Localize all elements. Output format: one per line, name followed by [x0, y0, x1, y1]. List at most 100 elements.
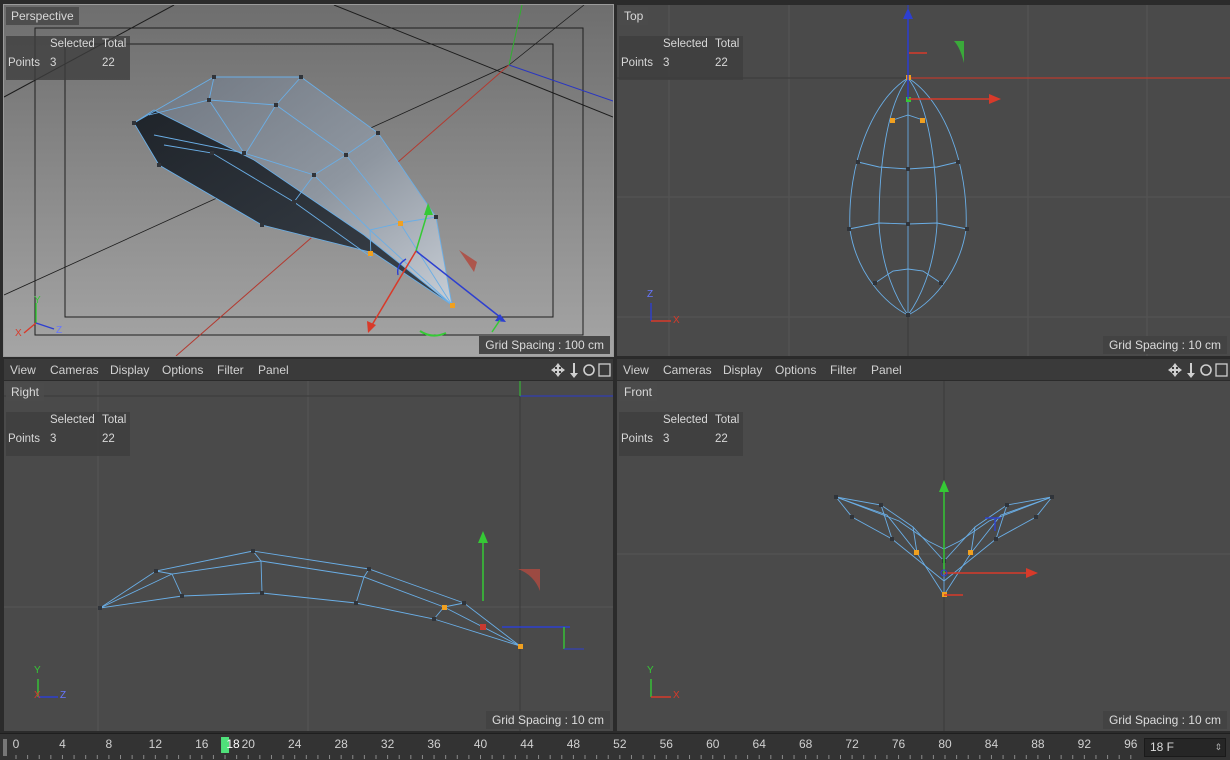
timeline-tick-label: 4 [59, 737, 66, 751]
timeline-tick-label: 64 [753, 737, 767, 751]
axis-z-label: Z [647, 289, 654, 300]
nav-icons[interactable] [1168, 362, 1228, 378]
hud-selected-header: Selected [663, 38, 708, 50]
menu-display[interactable]: Display [723, 363, 762, 377]
move-camera-icon[interactable] [1168, 363, 1182, 377]
axis-z-label: Z [56, 325, 63, 336]
hud-selected-value: 3 [50, 57, 57, 69]
axis-x-label: X [34, 690, 41, 701]
timeline-tick-label: 40 [474, 737, 488, 751]
current-frame-value[interactable]: 18 F [1150, 740, 1174, 754]
axis-triad [650, 679, 671, 698]
axis-y-label: Y [34, 665, 41, 676]
hud-total-value: 22 [715, 57, 728, 69]
move-camera-icon[interactable] [551, 363, 565, 377]
hud-row-label: Points [621, 433, 653, 445]
timeline-tick-label: 92 [1078, 737, 1092, 751]
timeline-tick-label: 80 [938, 737, 952, 751]
timeline[interactable]: 0 4 8 12 16 20 24 28 32 36 40 44 48 52 56 60 64 68 72 76 80 8… [0, 733, 1230, 760]
hud-row-label: Points [8, 57, 40, 69]
hud-total-header: Total [715, 414, 740, 426]
viewport-right[interactable]: Right Selected Total Points 3 22 Y Z X G… [4, 381, 613, 731]
hud-selected-value: 3 [663, 433, 670, 445]
timeline-tick-label: 8 [106, 737, 113, 751]
axis-z-label: Z [60, 690, 67, 701]
timeline-tick-label: 48 [567, 737, 581, 751]
hud-selected-header: Selected [50, 414, 95, 426]
menu-cameras[interactable]: Cameras [663, 363, 712, 377]
axis-x-label: X [673, 690, 680, 701]
menu-filter[interactable]: Filter [830, 363, 857, 377]
viewport-menubar-right: View Cameras Display Options Filter Pane… [4, 358, 613, 380]
timeline-tick-label: 72 [845, 737, 859, 751]
current-frame-field[interactable]: 18 F ⇕ [1144, 738, 1226, 757]
timeline-tick-label: 32 [381, 737, 395, 751]
timeline-tick-label: 56 [660, 737, 674, 751]
timeline-tick-label: 28 [334, 737, 348, 751]
grid-spacing: Grid Spacing : 100 cm [479, 336, 610, 354]
menu-view[interactable]: View [10, 363, 36, 377]
hud-total-value: 22 [102, 433, 115, 445]
timeline-tick-label: 60 [706, 737, 720, 751]
viewport-label[interactable]: Right [6, 383, 45, 401]
timeline-tick-label: 52 [613, 737, 627, 751]
points-hud: Selected Total Points 3 22 [6, 412, 130, 456]
axis-x-label: X [673, 315, 680, 326]
menu-view[interactable]: View [623, 363, 649, 377]
rotate-camera-icon[interactable] [583, 364, 595, 376]
timeline-tick-label: 12 [149, 737, 163, 751]
grid-spacing: Grid Spacing : 10 cm [1102, 711, 1227, 729]
menu-cameras[interactable]: Cameras [50, 363, 99, 377]
menu-filter[interactable]: Filter [217, 363, 244, 377]
timeline-tick-label: 0 [13, 737, 20, 751]
menu-display[interactable]: Display [110, 363, 149, 377]
points-hud: Selected Total Points 3 22 [619, 412, 743, 456]
spinner-icon[interactable]: ⇕ [1214, 739, 1222, 756]
viewport-menubar-front: View Cameras Display Options Filter Pane… [617, 358, 1230, 380]
axis-triad [23, 303, 55, 334]
rotate-camera-icon[interactable] [1200, 364, 1212, 376]
zoom-camera-icon[interactable] [1187, 363, 1195, 378]
hud-total-value: 22 [715, 433, 728, 445]
nav-icons[interactable] [551, 362, 611, 378]
hud-row-label: Points [8, 433, 40, 445]
points-hud: Selected Total Points 3 22 [6, 36, 130, 80]
axis-y-label: Y [34, 295, 41, 306]
hud-total-header: Total [102, 414, 127, 426]
viewport-label[interactable]: Front [619, 383, 658, 401]
timeline-tick-label: 16 [195, 737, 209, 751]
hud-selected-value: 3 [50, 433, 57, 445]
grid-spacing: Grid Spacing : 10 cm [1102, 336, 1227, 354]
timeline-tick-label: 44 [520, 737, 534, 751]
viewport-label[interactable]: Top [619, 7, 649, 25]
menu-panel[interactable]: Panel [258, 363, 289, 377]
hud-total-header: Total [715, 38, 740, 50]
menu-options[interactable]: Options [775, 363, 816, 377]
timeline-tick-label: 96 [1124, 737, 1138, 751]
hud-total-value: 22 [102, 57, 115, 69]
timeline-tick-label: 88 [1031, 737, 1045, 751]
hud-selected-header: Selected [50, 38, 95, 50]
grid-spacing: Grid Spacing : 10 cm [485, 711, 610, 729]
hud-total-header: Total [102, 38, 127, 50]
maximize-view-icon[interactable] [598, 363, 611, 377]
timeline-tick-label: 24 [288, 737, 302, 751]
menu-panel[interactable]: Panel [871, 363, 902, 377]
hud-selected-header: Selected [663, 414, 708, 426]
menu-options[interactable]: Options [162, 363, 203, 377]
playhead-frame-label: 18 [226, 737, 240, 751]
timeline-tick-label: 68 [799, 737, 813, 751]
hud-row-label: Points [621, 57, 653, 69]
timeline-ruler[interactable]: 0 4 8 12 16 20 24 28 32 36 40 44 48 52 56 60 64 68 72 76 80 8… [0, 734, 1140, 760]
viewport-top[interactable]: Top Selected Total Points 3 22 Z X Grid … [617, 5, 1230, 356]
timeline-grip[interactable] [3, 739, 7, 756]
viewport-label[interactable]: Perspective [6, 7, 79, 25]
points-hud: Selected Total Points 3 22 [619, 36, 743, 80]
axis-x-label: X [15, 328, 22, 339]
viewport-perspective[interactable]: Perspective Selected Total Points 3 22 Y… [3, 4, 614, 357]
timeline-tick-label: 84 [985, 737, 999, 751]
maximize-view-icon[interactable] [1215, 363, 1228, 377]
zoom-camera-icon[interactable] [570, 363, 578, 378]
viewport-front[interactable]: Front Selected Total Points 3 22 Y X Gri… [617, 381, 1230, 731]
timeline-tick-label: 36 [427, 737, 441, 751]
